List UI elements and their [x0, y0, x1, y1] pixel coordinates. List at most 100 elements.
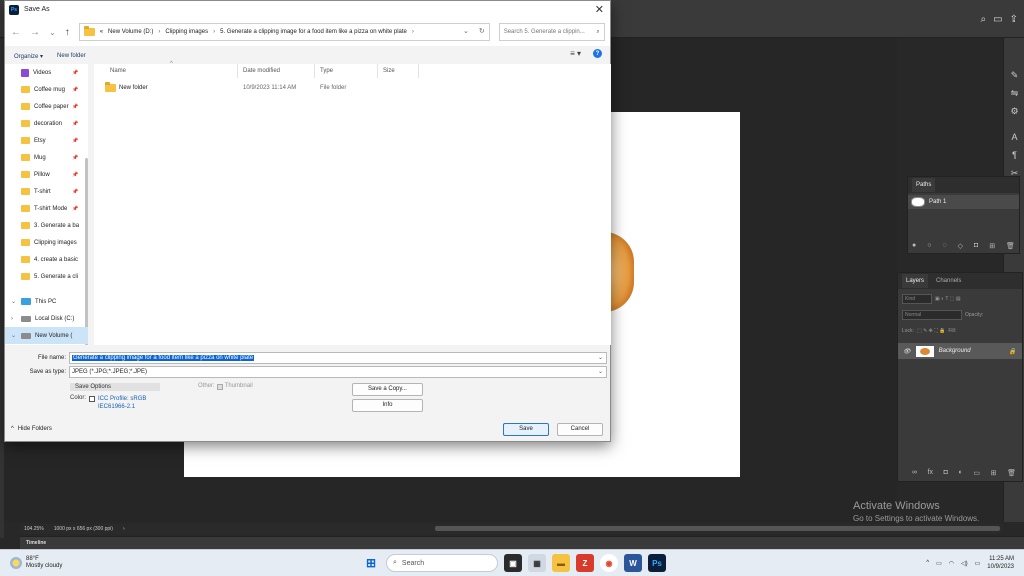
sidebar-item-local-disk[interactable]: › Local Disk (C:) — [5, 310, 88, 327]
hide-folders-toggle[interactable]: ^ Hide Folders — [11, 426, 52, 432]
layer-row-background[interactable]: 👁 Background 🔒 — [898, 343, 1022, 359]
address-dropdown-icon[interactable]: ⌄ — [463, 27, 469, 35]
breadcrumb-current[interactable]: 5. Generate a clipping image for a food … — [220, 29, 407, 35]
sidebar-item-7[interactable]: T-shirt 📌 — [5, 183, 88, 200]
sidebar-item-6[interactable]: Pillow 📌 — [5, 166, 88, 183]
chevron-down-icon[interactable]: ⌄ — [598, 354, 603, 361]
properties-icon[interactable]: ⚙ — [1004, 102, 1024, 120]
save-button[interactable]: Save — [503, 423, 549, 436]
breadcrumb-separator[interactable]: › — [158, 29, 160, 35]
sidebar-item-8[interactable]: T-shirt Mode 📌 — [5, 200, 88, 217]
file-row[interactable]: New folder 10/9/2023 11:14 AM File folde… — [94, 80, 611, 96]
lock-icons[interactable]: ⬚ ✎ ✥ ⛶ 🔒 — [917, 328, 945, 334]
zoom-level[interactable]: 104.25% — [24, 526, 44, 532]
sidebar-item-10[interactable]: Clipping images — [5, 234, 88, 251]
visibility-eye-icon[interactable]: 👁 — [903, 348, 911, 355]
tab-paths[interactable]: Paths — [912, 178, 936, 192]
cancel-button[interactable]: Cancel — [557, 423, 603, 436]
add-mask-icon[interactable]: ◘ — [944, 469, 948, 477]
chrome-icon[interactable]: ◉ — [600, 554, 618, 572]
column-name[interactable]: Name — [94, 64, 238, 78]
sidebar-item-this-pc[interactable]: ⌄ This PC — [5, 293, 88, 310]
taskbar-search[interactable]: ⌕ Search — [386, 554, 498, 572]
filter-icons[interactable]: ▣ ◐ T ⬚ ▤ — [935, 296, 961, 302]
adjustment-icon[interactable]: ◐ — [959, 469, 963, 477]
delete-layer-icon[interactable]: 🗑 — [1007, 469, 1016, 477]
sidebar-item-1[interactable]: Coffee mug 📌 — [5, 81, 88, 98]
organize-button[interactable]: Organize ▾ — [14, 53, 43, 60]
save-type-select[interactable]: JPEG (*.JPG;*.JPEG;*.JPE) ⌄ — [69, 366, 607, 378]
sidebar-item-11[interactable]: 4. create a basic — [5, 251, 88, 268]
breadcrumb-volume[interactable]: New Volume (D:) — [108, 29, 153, 35]
dialog-titlebar[interactable]: Ps Save As ✕ — [5, 1, 610, 18]
file-name-input[interactable]: Generate a clipping image for a food ite… — [69, 352, 607, 364]
status-chevron-icon[interactable]: › — [123, 526, 125, 532]
fx-icon[interactable]: fx — [928, 469, 933, 477]
sidebar-item-5[interactable]: Mug 📌 — [5, 149, 88, 166]
filezilla-icon[interactable]: Z — [576, 554, 594, 572]
up-icon[interactable]: ↑ — [65, 27, 70, 38]
word-icon[interactable]: W — [624, 554, 642, 572]
adjust-icon[interactable]: ⇋ — [1004, 84, 1024, 102]
sidebar-item-new-volume[interactable]: ⌄ New Volume ( — [5, 327, 88, 344]
chevron-right-icon[interactable]: › — [11, 316, 13, 322]
delete-path-icon[interactable]: 🗑 — [1006, 242, 1015, 250]
character-icon[interactable]: A — [1004, 128, 1024, 146]
column-size[interactable]: Size — [378, 64, 419, 78]
load-selection-icon[interactable]: ◌ — [942, 242, 946, 250]
tray-chevron-icon[interactable]: ^ — [926, 560, 929, 566]
stroke-path-icon[interactable]: ○ — [927, 242, 931, 250]
sidebar-item-0[interactable]: Videos 📌 — [5, 64, 88, 81]
network-icon[interactable]: ▭ — [936, 560, 942, 567]
recent-dropdown-icon[interactable]: ⌄ — [49, 28, 56, 37]
workspace-icon[interactable]: ▭ — [993, 14, 1002, 25]
task-view-icon[interactable]: ▣ — [504, 554, 522, 572]
back-icon[interactable]: ← — [11, 27, 21, 38]
sidebar-item-12[interactable]: 5. Generate a cli — [5, 268, 88, 285]
breadcrumb-separator[interactable]: › — [412, 29, 414, 35]
breadcrumb-clipping[interactable]: Clipping images — [165, 29, 208, 35]
close-icon[interactable]: ✕ — [595, 3, 604, 16]
column-type[interactable]: Type — [315, 64, 378, 78]
calculator-icon[interactable]: ▦ — [528, 554, 546, 572]
new-folder-button[interactable]: New folder — [57, 53, 86, 59]
info-button[interactable]: Info — [352, 399, 423, 412]
thumbnail-checkbox[interactable] — [216, 384, 223, 390]
fill-path-icon[interactable]: ● — [912, 242, 916, 250]
tab-layers[interactable]: Layers — [902, 274, 929, 288]
sidebar-item-4[interactable]: Etsy 📌 — [5, 132, 88, 149]
address-bar[interactable]: « New Volume (D:) › Clipping images › 5.… — [78, 23, 490, 41]
photoshop-icon[interactable]: Ps — [648, 554, 666, 572]
brush-tool-icon[interactable]: ✎ — [1004, 66, 1024, 84]
mask-icon[interactable]: ◘ — [974, 242, 978, 250]
chevron-right-icon[interactable]: ⌄ — [11, 332, 16, 339]
make-path-icon[interactable]: ◇ — [958, 242, 963, 250]
timeline-tab[interactable]: Timeline — [26, 540, 46, 546]
new-path-icon[interactable]: ⊞ — [989, 242, 995, 250]
file-explorer-icon[interactable]: ▬ — [552, 554, 570, 572]
wifi-icon[interactable]: ◠ — [949, 560, 954, 567]
group-icon[interactable]: ▭ — [973, 469, 980, 477]
document-info[interactable]: 1000 px x 656 px (300 ppi) — [54, 526, 113, 532]
start-icon[interactable]: ⊞ — [362, 554, 380, 572]
clock[interactable]: 11:25 AM 10/9/2023 — [987, 555, 1014, 571]
view-options-icon[interactable]: ≡ ▾ — [570, 49, 581, 58]
icc-profile-checkbox[interactable] — [89, 396, 96, 402]
horizontal-scrollbar[interactable] — [435, 526, 1000, 531]
link-icon[interactable]: ∞ — [912, 469, 917, 477]
blend-mode-select[interactable]: Normal — [902, 309, 962, 320]
share-icon[interactable]: ⇪ — [1010, 14, 1018, 25]
sidebar-item-3[interactable]: decoration 📌 — [5, 115, 88, 132]
search-icon[interactable]: ⌕ — [981, 14, 987, 25]
forward-icon[interactable]: → — [30, 27, 40, 38]
paragraph-icon[interactable]: ¶ — [1004, 146, 1024, 164]
help-icon[interactable]: ? — [593, 49, 602, 58]
breadcrumb-separator[interactable]: › — [213, 29, 215, 35]
new-layer-icon[interactable]: ⊞ — [991, 469, 997, 477]
path-row[interactable]: Path 1 — [908, 195, 1019, 209]
breadcrumb-overflow[interactable]: « — [100, 29, 103, 35]
chevron-down-icon[interactable]: ⌄ — [598, 368, 603, 375]
chevron-right-icon[interactable]: ⌄ — [11, 298, 16, 305]
column-date[interactable]: Date modified — [238, 64, 315, 78]
kind-filter[interactable]: Kind — [902, 293, 932, 304]
